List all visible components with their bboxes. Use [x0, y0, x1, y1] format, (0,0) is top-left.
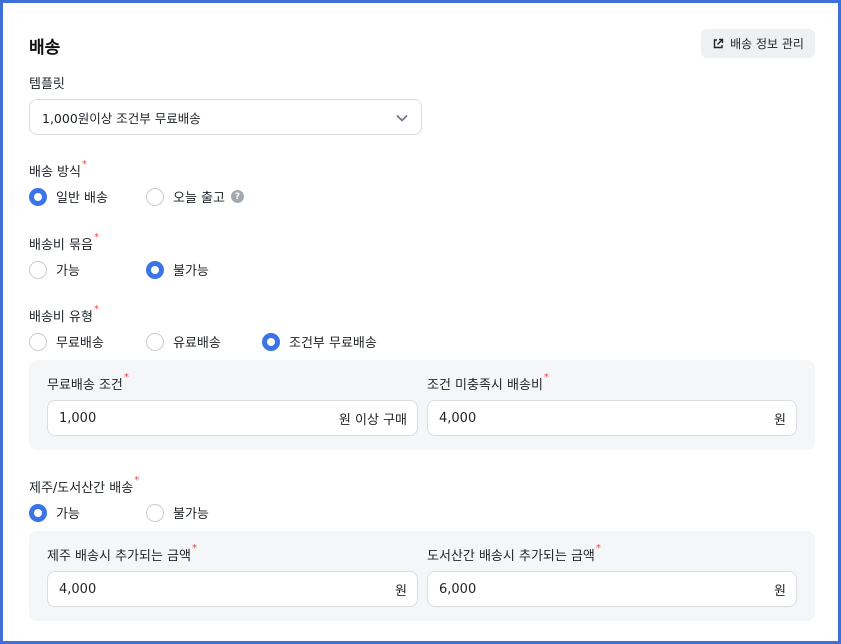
radio-free-shipping[interactable]: 무료배송	[29, 332, 104, 351]
radio-bundle-possible[interactable]: 가능	[29, 260, 80, 279]
radio-normal-shipping[interactable]: 일반 배송	[29, 187, 108, 206]
radio-circle	[29, 332, 47, 351]
radio-label: 유료배송	[173, 336, 221, 351]
manage-shipping-info-button[interactable]: 배송 정보 관리	[701, 29, 815, 58]
fee-type-label: 배송비 유형*	[29, 304, 99, 325]
radio-today-dispatch[interactable]: 오늘 출고 ?	[146, 187, 244, 206]
radio-label: 가능	[56, 507, 80, 522]
required-mark: *	[595, 543, 601, 554]
unmet-fee-label: 조건 미충족시 배송비*	[427, 372, 549, 393]
radio-label: 가능	[56, 264, 80, 279]
input-value: 6,000	[439, 581, 477, 597]
radio-circle	[29, 260, 47, 279]
radio-label: 무료배송	[56, 336, 104, 351]
radio-circle	[146, 332, 164, 351]
required-mark: *	[81, 159, 87, 170]
conditional-fee-panel: 무료배송 조건* 1,000 원 이상 구매 조건 미충족시 배송비* 4,00…	[29, 360, 815, 450]
section-title: 배송	[29, 38, 61, 58]
required-mark: *	[191, 543, 197, 554]
jeju-fee-input[interactable]: 4,000 원	[47, 571, 418, 607]
island-fee-input[interactable]: 6,000 원	[427, 571, 797, 607]
radio-label: 불가능	[173, 507, 209, 522]
radio-circle-checked	[29, 503, 47, 522]
radio-bundle-impossible[interactable]: 불가능	[146, 260, 209, 279]
free-condition-input[interactable]: 1,000 원 이상 구매	[47, 400, 418, 436]
free-condition-label: 무료배송 조건*	[47, 372, 129, 393]
input-suffix: 원	[774, 583, 786, 599]
remote-fee-panel: 제주 배송시 추가되는 금액* 4,000 원 도서산간 배송시 추가되는 금액…	[29, 531, 815, 621]
input-suffix: 원 이상 구매	[338, 412, 407, 428]
radio-remote-impossible[interactable]: 불가능	[146, 503, 209, 522]
island-fee-label: 도서산간 배송시 추가되는 금액*	[427, 543, 601, 564]
input-suffix: 원	[774, 412, 786, 428]
required-mark: *	[123, 372, 129, 383]
fee-bundle-label: 배송비 묶음*	[29, 232, 99, 253]
input-suffix: 원	[395, 583, 407, 599]
radio-label: 불가능	[173, 264, 209, 279]
required-mark: *	[134, 475, 140, 486]
input-value: 1,000	[59, 410, 97, 426]
template-selected-value: 1,000원이상 조건부 무료배송	[42, 110, 201, 126]
remote-shipping-label: 제주/도서산간 배송*	[29, 475, 140, 496]
radio-label: 조건부 무료배송	[289, 336, 377, 351]
manage-button-label: 배송 정보 관리	[730, 37, 804, 51]
radio-paid-shipping[interactable]: 유료배송	[146, 332, 221, 351]
template-select[interactable]: 1,000원이상 조건부 무료배송	[29, 99, 422, 135]
shipping-card: 배송 배송 정보 관리 템플릿 1,000원이상 조건부 무료배송 배송 방식*…	[7, 7, 834, 637]
radio-remote-possible[interactable]: 가능	[29, 503, 80, 522]
unmet-fee-input[interactable]: 4,000 원	[427, 400, 797, 436]
shipping-method-label: 배송 방식*	[29, 159, 87, 180]
radio-circle-checked	[146, 260, 164, 279]
help-icon[interactable]: ?	[230, 190, 244, 203]
external-link-icon	[713, 38, 724, 48]
radio-circle-checked	[29, 187, 47, 206]
radio-circle	[146, 187, 164, 206]
radio-circle-checked	[262, 332, 280, 351]
input-value: 4,000	[59, 581, 97, 597]
radio-label: 오늘 출고	[173, 191, 225, 206]
radio-conditional-free[interactable]: 조건부 무료배송	[262, 332, 377, 351]
window-frame: 배송 배송 정보 관리 템플릿 1,000원이상 조건부 무료배송 배송 방식*…	[0, 0, 841, 644]
jeju-fee-label: 제주 배송시 추가되는 금액*	[47, 543, 197, 564]
required-mark: *	[93, 304, 99, 315]
template-label: 템플릿	[29, 77, 65, 92]
radio-circle	[146, 503, 164, 522]
radio-label: 일반 배송	[56, 191, 108, 206]
chevron-down-icon	[396, 114, 408, 122]
input-value: 4,000	[439, 410, 477, 426]
required-mark: *	[93, 232, 99, 243]
required-mark: *	[543, 372, 549, 383]
